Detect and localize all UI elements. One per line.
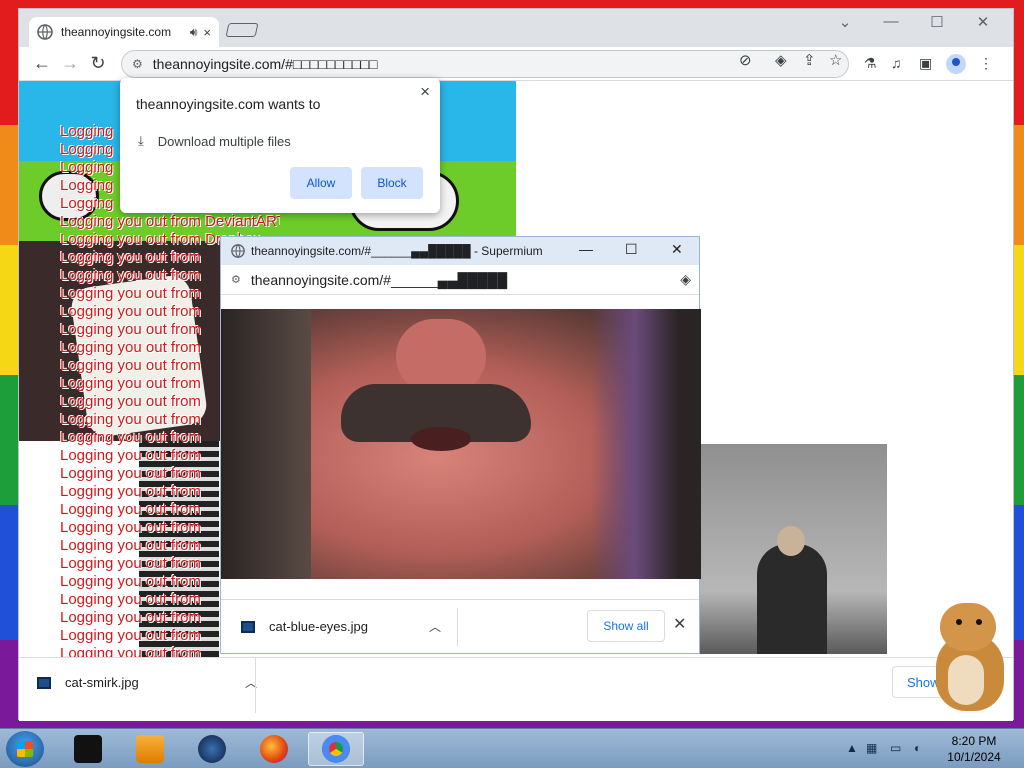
close-window-button[interactable]: ✕ [671, 241, 683, 258]
extension-diamond-icon[interactable]: ◈ [775, 51, 787, 69]
permission-prompt: theannoyingsite.com wants to × ⤓ Downloa… [120, 78, 440, 213]
share-icon[interactable]: ⇪ [803, 51, 816, 69]
speaker-icon[interactable]: 🔊︎ [190, 25, 198, 40]
download-icon: ⤓ [138, 133, 144, 148]
lab-flask-icon[interactable]: ⚗︎ [864, 55, 877, 72]
new-tab-button[interactable] [225, 23, 259, 37]
close-download-bar-icon[interactable]: ✕ [673, 614, 686, 634]
site-info-icon[interactable]: ⚙︎ [231, 273, 241, 286]
main-download-bar: cat-smirk.jpg ︿ Show [19, 657, 1013, 713]
allow-button[interactable]: Allow [290, 167, 352, 199]
taskbar-app-globe[interactable] [184, 732, 240, 766]
hamster-head [940, 603, 996, 651]
download-item[interactable]: cat-blue-eyes.jpg ︿ [241, 618, 441, 635]
dancing-hamster-image [926, 603, 1008, 713]
hair-left [221, 309, 311, 579]
image-file-icon [37, 676, 51, 689]
kebab-menu-icon[interactable]: ⋮ [979, 55, 993, 72]
permission-request-text: Download multiple files [157, 133, 291, 149]
permission-title: theannoyingsite.com wants to [136, 96, 321, 112]
tab-close-icon[interactable]: × [203, 25, 211, 40]
chevron-up-icon[interactable]: ︿ [429, 618, 441, 635]
mustache-face-video [221, 309, 701, 579]
hamster-eye [956, 619, 962, 625]
address-text[interactable]: theannoyingsite.com/#□□□□□□□□□□ [153, 56, 378, 72]
globe-browser-icon [198, 735, 226, 763]
tab-strip: theannoyingsite.com 🔊︎ × ⌄ — ☐ ✕ [19, 9, 1013, 47]
close-icon[interactable]: × [420, 82, 430, 102]
start-button[interactable] [6, 731, 44, 767]
man-video-frame [699, 444, 887, 654]
minimize-button[interactable]: — [871, 13, 911, 30]
forward-button[interactable]: → [59, 53, 81, 74]
divider [457, 608, 458, 646]
network-icon[interactable]: ▭ [890, 741, 901, 755]
divider [255, 658, 256, 713]
maximize-button[interactable]: ☐ [917, 13, 957, 31]
download-filename: cat-blue-eyes.jpg [269, 619, 368, 634]
browser-tab[interactable]: theannoyingsite.com 🔊︎ × [29, 17, 219, 47]
taskbar-app-supermium[interactable] [308, 732, 364, 766]
windows-taskbar: ▲ ▦ ▭ ◐ 8:20 PM 10/1/2024 [0, 728, 1024, 768]
taskbar-app-media-player[interactable] [122, 732, 178, 766]
maximize-button[interactable]: ☐ [625, 241, 638, 258]
tab-title: theannoyingsite.com [61, 25, 172, 39]
firefox-icon [260, 735, 288, 763]
camera-blocked-icon[interactable]: ⊘ [739, 51, 752, 69]
profile-avatar-icon[interactable] [946, 54, 966, 74]
face-mouth [411, 427, 471, 451]
extension-diamond-icon[interactable]: ◈ [680, 271, 691, 288]
hamster-belly [948, 655, 984, 705]
face-nose [396, 319, 486, 394]
popup-download-bar: cat-blue-eyes.jpg ︿ Show all ✕ [221, 599, 699, 653]
volume-icon[interactable]: ◐ [914, 741, 921, 755]
show-all-button[interactable]: Show all [587, 610, 665, 642]
terminal-icon [74, 735, 102, 763]
image-file-icon [241, 620, 255, 633]
minimize-button[interactable]: — [579, 241, 593, 257]
tray-expand-arrow-icon[interactable]: ▲ [846, 741, 858, 755]
globe-icon [37, 24, 53, 40]
media-player-icon [136, 735, 164, 763]
clock-time: 8:20 PM [951, 734, 997, 748]
popup-title-bar: theannoyingsite.com/#______▄▄█████ - Sup… [221, 237, 699, 265]
tab-search-chevron-icon[interactable]: ⌄ [825, 13, 865, 31]
man-figure [757, 544, 827, 654]
site-info-icon[interactable]: ⚙︎ [132, 57, 143, 71]
block-button[interactable]: Block [361, 167, 423, 199]
bookmark-star-icon[interactable]: ☆ [829, 51, 842, 69]
tray-app-icon[interactable]: ▦ [866, 741, 877, 755]
hamster-eye [976, 619, 982, 625]
system-clock[interactable]: 8:20 PM 10/1/2024 [938, 733, 1010, 765]
side-panel-icon[interactable]: ▣ [919, 55, 932, 72]
download-filename: cat-smirk.jpg [65, 675, 139, 690]
globe-icon [231, 244, 245, 258]
media-queue-icon[interactable]: ♫ [891, 55, 902, 71]
logout-message-line: Logging you out from DeviantART [60, 213, 280, 230]
windows-logo-icon [17, 741, 33, 757]
reload-button[interactable]: ↻ [87, 53, 109, 74]
clock-date: 10/1/2024 [947, 750, 1001, 764]
supermium-icon [322, 735, 350, 763]
taskbar-app-firefox[interactable] [246, 732, 302, 766]
permission-request: ⤓ Download multiple files [138, 133, 291, 149]
close-window-button[interactable]: ✕ [963, 13, 1003, 31]
popup-address-bar[interactable]: ⚙︎ theannoyingsite.com/#______▄▄█████ ◈ [221, 265, 699, 295]
back-button[interactable]: ← [31, 53, 53, 74]
man-head [777, 526, 805, 556]
popup-window-title: theannoyingsite.com/#______▄▄█████ - Sup… [251, 244, 543, 258]
popup-address-text[interactable]: theannoyingsite.com/#______▄▄█████ [251, 272, 507, 288]
popup-browser-window: theannoyingsite.com/#______▄▄█████ - Sup… [220, 236, 701, 654]
download-item[interactable]: cat-smirk.jpg ︿ [37, 674, 257, 691]
taskbar-app-terminal[interactable] [60, 732, 116, 766]
browser-toolbar: ← → ↻ ⚙︎ theannoyingsite.com/#□□□□□□□□□□… [19, 47, 1013, 81]
hair-right [591, 309, 701, 579]
